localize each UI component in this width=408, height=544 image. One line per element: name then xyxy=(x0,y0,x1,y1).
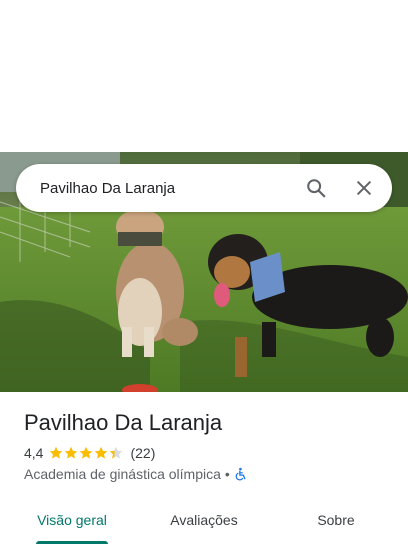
rating-value: 4,4 xyxy=(24,445,44,461)
star-icon xyxy=(95,446,108,459)
search-bar[interactable] xyxy=(16,164,392,212)
close-button[interactable] xyxy=(344,168,384,208)
place-title: Pavilhao Da Laranja xyxy=(24,410,223,435)
top-blank-area xyxy=(0,0,408,152)
search-icon xyxy=(307,179,326,198)
tab-bar: Visão geral Avaliações Sobre xyxy=(0,500,408,544)
star-icon xyxy=(110,446,123,459)
place-category: Academia de ginástica olímpica xyxy=(24,466,221,482)
search-button[interactable] xyxy=(296,168,336,208)
star-icon xyxy=(50,446,63,459)
category-row: Academia de ginástica olímpica • xyxy=(24,465,248,483)
star-icon xyxy=(80,446,93,459)
separator-dot: • xyxy=(224,466,230,482)
rating-row[interactable]: 4,4 (22) xyxy=(24,444,155,462)
tab-reviews[interactable]: Avaliações xyxy=(140,500,268,540)
review-count: (22) xyxy=(130,445,156,461)
tab-about[interactable]: Sobre xyxy=(272,500,400,540)
place-info-panel: Pavilhao Da Laranja 4,4 (22) Academia de… xyxy=(0,392,408,544)
wheelchair-accessible-icon xyxy=(235,467,246,481)
search-input[interactable] xyxy=(16,164,296,212)
tab-overview[interactable]: Visão geral xyxy=(8,500,136,540)
close-icon xyxy=(357,181,371,195)
star-icon xyxy=(65,446,78,459)
star-rating xyxy=(49,446,124,460)
